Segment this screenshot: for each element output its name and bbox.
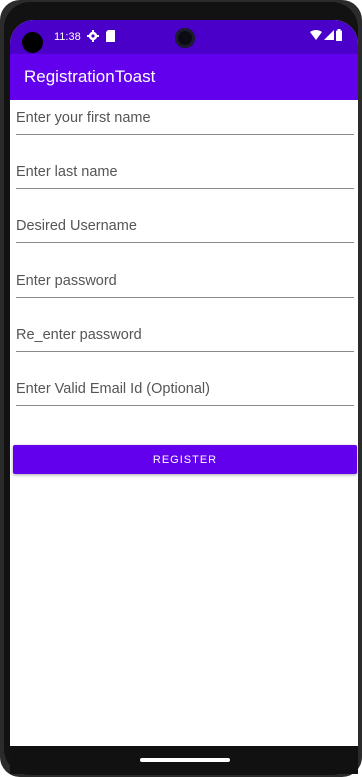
last-name-field-container [16, 160, 354, 189]
app-bar: RegistrationToast [10, 54, 358, 100]
home-gesture-handle[interactable] [140, 758, 230, 762]
password-input[interactable] [16, 269, 354, 293]
reenter-password-input[interactable] [16, 323, 354, 347]
app-title: RegistrationToast [24, 67, 156, 86]
status-bar: 11:38 [10, 20, 358, 54]
phone-screen: 11:38 RegistrationToast Enter your first… [10, 20, 358, 774]
password-field-container [16, 269, 354, 298]
gear-icon [87, 30, 99, 42]
device-frame: 11:38 RegistrationToast Enter your first… [0, 0, 362, 777]
camera-punch-hole-icon [175, 28, 195, 48]
wifi-icon [310, 30, 322, 40]
username-field-container [16, 214, 354, 243]
battery-icon [336, 29, 342, 41]
status-time: 11:38 [54, 31, 81, 43]
register-button[interactable]: REGISTER [13, 445, 357, 474]
signal-icon [324, 30, 334, 40]
sim-card-icon [106, 30, 115, 42]
first-name-input[interactable] [16, 106, 354, 130]
front-camera-icon [22, 32, 43, 53]
reenter-password-field-container [16, 323, 354, 352]
navigation-bar [10, 746, 358, 774]
first-name-field-container [16, 106, 354, 135]
username-input[interactable] [16, 214, 354, 238]
email-field-container [16, 377, 354, 406]
email-input[interactable] [16, 377, 354, 401]
last-name-input[interactable] [16, 160, 354, 184]
